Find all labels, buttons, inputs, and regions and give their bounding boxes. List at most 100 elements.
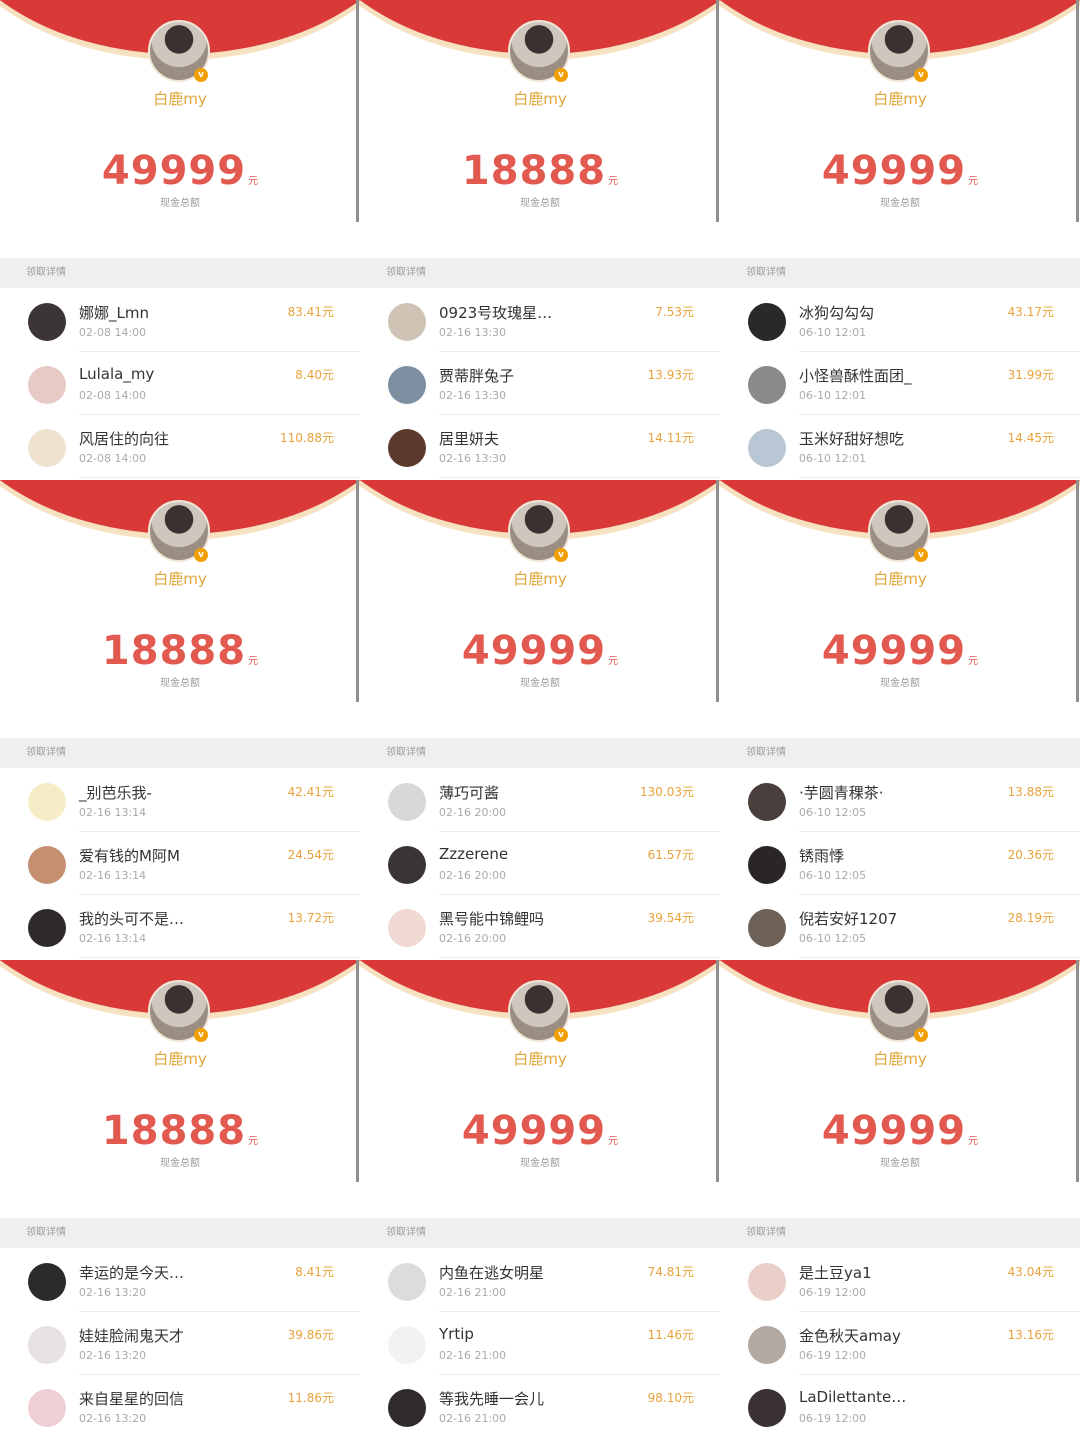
recipient-name[interactable]: 娜娜_Lmn (79, 302, 149, 323)
recipient-avatar[interactable] (388, 846, 426, 884)
recipient-avatar[interactable] (748, 1263, 786, 1301)
recipient-avatar[interactable] (28, 846, 66, 884)
claim-row[interactable]: 金色秋天amay 06-19 12:00 13.16元 (720, 1312, 1080, 1375)
claim-row[interactable]: Zzzerene 02-16 20:00 61.57元 (360, 832, 720, 895)
claim-row[interactable]: 娜娜_Lmn 02-08 14:00 83.41元 (0, 289, 360, 352)
claim-amount: 8.41元 (295, 1265, 334, 1279)
claim-row[interactable]: 来自星星的回信 02-16 13:20 11.86元 (0, 1375, 360, 1435)
recipient-avatar[interactable] (748, 783, 786, 821)
claim-row[interactable]: 爱有钱的M阿M 02-16 13:14 24.54元 (0, 832, 360, 895)
claim-amount: 28.19元 (1007, 911, 1054, 925)
claim-row[interactable]: ·芋圆青稞茶· 06-10 12:05 13.88元 (720, 769, 1080, 832)
recipient-name[interactable]: 是土豆ya1 (799, 1262, 872, 1283)
recipient-avatar[interactable] (388, 1389, 426, 1427)
currency-unit: 元 (968, 176, 979, 187)
recipient-avatar[interactable] (28, 303, 66, 341)
recipient-name[interactable]: 娃娃脸闹鬼天才 (79, 1325, 184, 1346)
row-separator (79, 477, 360, 478)
recipient-name[interactable]: 倪若安好1207 (799, 908, 897, 929)
recipient-avatar[interactable] (28, 1263, 66, 1301)
claim-row[interactable]: Yrtip 02-16 21:00 11.46元 (360, 1312, 720, 1375)
sender-name[interactable]: 白鹿my (0, 568, 360, 589)
claim-row[interactable]: 是土豆ya1 06-19 12:00 43.04元 (720, 1249, 1080, 1312)
recipient-name[interactable]: 幸运的是今天… (79, 1262, 184, 1283)
sender-name[interactable]: 白鹿my (0, 88, 360, 109)
recipient-name[interactable]: 等我先睡一会儿 (439, 1388, 544, 1409)
claim-time: 02-16 13:14 (79, 806, 147, 819)
recipient-name[interactable]: LaDilettante… (799, 1388, 906, 1406)
recipient-name[interactable]: 薄巧可酱 (439, 782, 499, 803)
claim-row[interactable]: Lulala_my 02-08 14:00 8.40元 (0, 352, 360, 415)
recipient-avatar[interactable] (748, 366, 786, 404)
claim-row[interactable]: 冰狗勾勾勾 06-10 12:01 43.17元 (720, 289, 1080, 352)
claim-row[interactable]: 等我先睡一会儿 02-16 21:00 98.10元 (360, 1375, 720, 1435)
recipient-name[interactable]: _别芭乐我- (79, 782, 152, 803)
claim-row[interactable]: 小怪兽酥性面团_ 06-10 12:01 31.99元 (720, 352, 1080, 415)
sender-name[interactable]: 白鹿my (720, 88, 1080, 109)
recipient-avatar[interactable] (28, 783, 66, 821)
recipient-avatar[interactable] (388, 1326, 426, 1364)
claim-row[interactable]: 锈雨悸 06-10 12:05 20.36元 (720, 832, 1080, 895)
sender-name[interactable]: 白鹿my (0, 1048, 360, 1069)
claim-row[interactable]: 娃娃脸闹鬼天才 02-16 13:20 39.86元 (0, 1312, 360, 1375)
recipient-name[interactable]: 黑号能中锦鲤吗 (439, 908, 544, 929)
recipient-avatar[interactable] (388, 366, 426, 404)
recipient-name[interactable]: 金色秋天amay (799, 1325, 901, 1346)
recipient-name[interactable]: 爱有钱的M阿M (79, 845, 180, 866)
sender-name[interactable]: 白鹿my (360, 568, 720, 589)
claim-row[interactable]: 薄巧可酱 02-16 20:00 130.03元 (360, 769, 720, 832)
claim-row[interactable]: 风居住的向往 02-08 14:00 110.88元 (0, 415, 360, 478)
recipient-name[interactable]: 贾蒂胖兔子 (439, 365, 514, 386)
total-amount-label: 现金总额 (520, 1158, 560, 1169)
recipient-avatar[interactable] (28, 429, 66, 467)
sender-name[interactable]: 白鹿my (360, 88, 720, 109)
claim-row[interactable]: 内鱼在逃女明星 02-16 21:00 74.81元 (360, 1249, 720, 1312)
recipient-avatar[interactable] (28, 366, 66, 404)
recipient-name[interactable]: 我的头可不是… (79, 908, 184, 929)
claim-details-header: 领取详情 (0, 1218, 360, 1248)
claim-row[interactable]: LaDilettante… 06-19 12:00 (720, 1375, 1080, 1435)
sender-name[interactable]: 白鹿my (360, 1048, 720, 1069)
recipient-name[interactable]: 居里妍夫 (439, 428, 499, 449)
recipient-name[interactable]: 来自星星的回信 (79, 1388, 184, 1409)
recipient-name[interactable]: 锈雨悸 (799, 845, 844, 866)
recipient-avatar[interactable] (748, 909, 786, 947)
claim-row[interactable]: 玉米好甜好想吃 06-10 12:01 14.45元 (720, 415, 1080, 478)
sender-name[interactable]: 白鹿my (720, 1048, 1080, 1069)
claim-row[interactable]: _别芭乐我- 02-16 13:14 42.41元 (0, 769, 360, 832)
recipient-name[interactable]: 内鱼在逃女明星 (439, 1262, 544, 1283)
claim-row[interactable]: 贾蒂胖兔子 02-16 13:30 13.93元 (360, 352, 720, 415)
recipient-name[interactable]: 0923号玫瑰星… (439, 302, 552, 323)
recipient-name[interactable]: ·芋圆青稞茶· (799, 782, 884, 803)
sender-name[interactable]: 白鹿my (720, 568, 1080, 589)
recipient-avatar[interactable] (388, 783, 426, 821)
recipient-avatar[interactable] (748, 429, 786, 467)
recipient-avatar[interactable] (748, 1389, 786, 1427)
recipient-name[interactable]: 冰狗勾勾勾 (799, 302, 874, 323)
total-amount: 49999 (461, 628, 607, 674)
claim-amount: 20.36元 (1007, 848, 1054, 862)
recipient-name[interactable]: 玉米好甜好想吃 (799, 428, 904, 449)
recipient-name[interactable]: 小怪兽酥性面团_ (799, 365, 912, 386)
recipient-avatar[interactable] (388, 303, 426, 341)
recipient-name[interactable]: 风居住的向往 (79, 428, 169, 449)
claim-row[interactable]: 幸运的是今天… 02-16 13:20 8.41元 (0, 1249, 360, 1312)
claim-row[interactable]: 黑号能中锦鲤吗 02-16 20:00 39.54元 (360, 895, 720, 958)
recipient-name[interactable]: Yrtip (439, 1325, 474, 1343)
claim-row[interactable]: 我的头可不是… 02-16 13:14 13.72元 (0, 895, 360, 958)
recipient-avatar[interactable] (388, 429, 426, 467)
recipient-avatar[interactable] (748, 846, 786, 884)
recipient-avatar[interactable] (28, 1326, 66, 1364)
claim-row[interactable]: 0923号玫瑰星… 02-16 13:30 7.53元 (360, 289, 720, 352)
recipient-avatar[interactable] (388, 1263, 426, 1301)
recipient-name[interactable]: Lulala_my (79, 365, 154, 383)
recipient-name[interactable]: Zzzerene (439, 845, 508, 863)
red-packet-panel: v 白鹿my 49999 元 现金总额 领取详情 ·芋圆青稞茶· 06-10 12… (720, 480, 1080, 958)
recipient-avatar[interactable] (28, 909, 66, 947)
recipient-avatar[interactable] (748, 303, 786, 341)
recipient-avatar[interactable] (388, 909, 426, 947)
recipient-avatar[interactable] (28, 1389, 66, 1427)
claim-row[interactable]: 倪若安好1207 06-10 12:05 28.19元 (720, 895, 1080, 958)
recipient-avatar[interactable] (748, 1326, 786, 1364)
claim-row[interactable]: 居里妍夫 02-16 13:30 14.11元 (360, 415, 720, 478)
